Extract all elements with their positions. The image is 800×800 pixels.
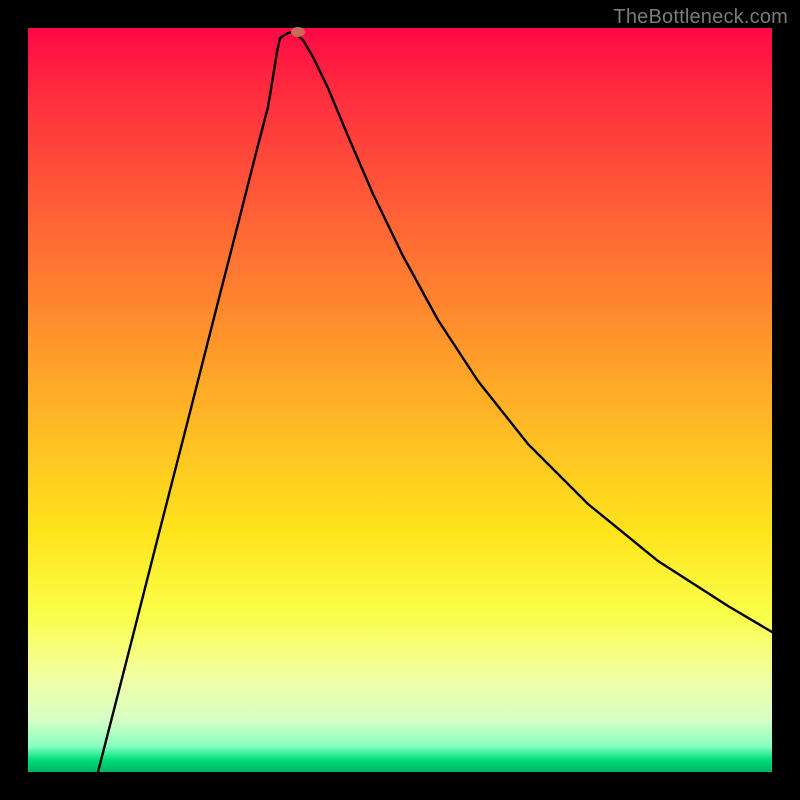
bottleneck-curve bbox=[28, 28, 772, 772]
plot-area bbox=[28, 28, 772, 772]
watermark-text: TheBottleneck.com bbox=[613, 6, 788, 29]
minimum-marker-dot bbox=[291, 27, 305, 37]
